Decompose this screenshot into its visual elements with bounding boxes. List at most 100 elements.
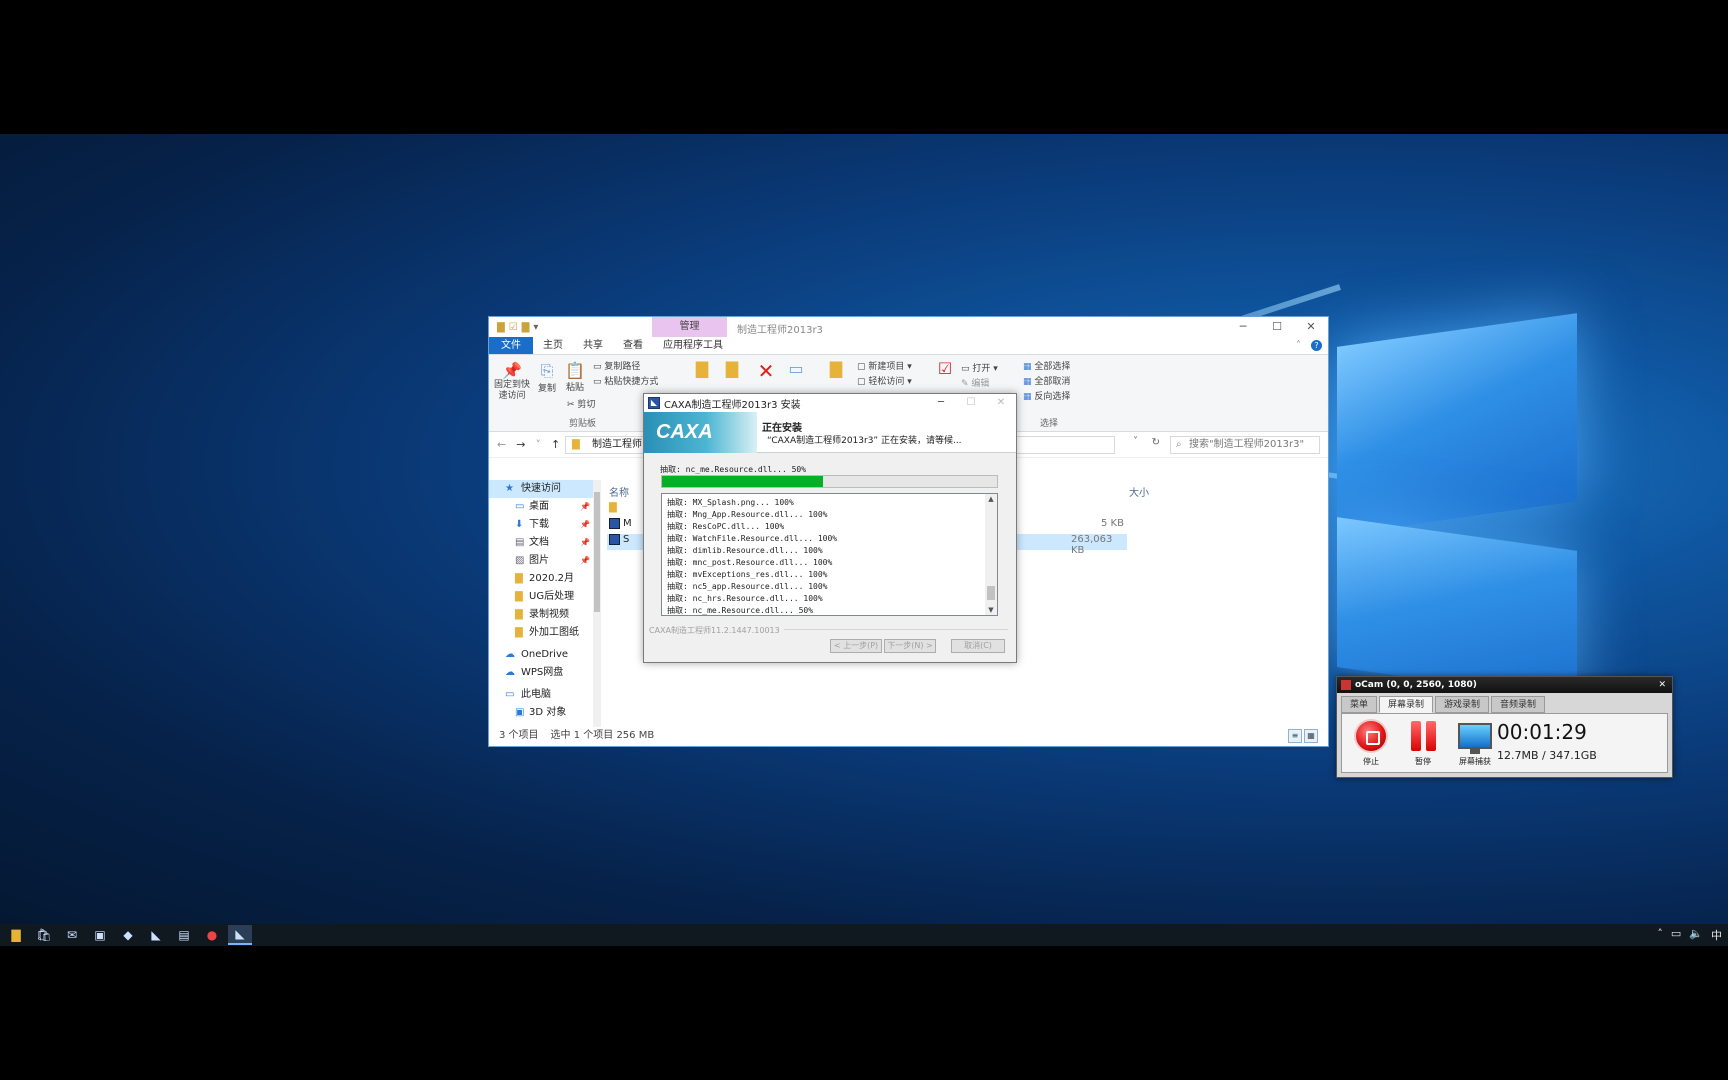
scrollbar-thumb[interactable] [594, 492, 600, 612]
nav-item[interactable]: ▭ 此电脑 [489, 686, 596, 704]
properties-button[interactable]: ☑ [935, 359, 955, 378]
file-explorer-icon[interactable]: ▇ [4, 925, 28, 945]
details-view-icon[interactable]: ≡ [1288, 729, 1302, 743]
nav-item[interactable]: ▤ 文档 📌 [489, 534, 596, 552]
move-to-button[interactable]: ▇ [689, 359, 715, 378]
pin-quick-access-button[interactable]: 📌 固定到快速访问 [493, 361, 531, 402]
back-arrow-icon[interactable]: ← [497, 438, 506, 451]
new-folder-button[interactable]: ▇ [827, 359, 845, 378]
tab-view[interactable]: 查看 [613, 337, 653, 354]
pin-icon[interactable]: 📌 [580, 498, 590, 516]
scroll-down-icon[interactable]: ▼ [985, 606, 997, 614]
store-icon[interactable]: 🛍 [32, 925, 56, 945]
pin-icon[interactable]: 📌 [580, 516, 590, 534]
cut-button[interactable]: ✂ 剪切 [567, 397, 595, 410]
screen-capture-button[interactable]: 屏幕捕获 [1452, 716, 1498, 767]
system-tray: ˄ ▭ 🔈 中 [1657, 927, 1722, 943]
open-icon: ▭ [961, 364, 973, 374]
tab-home[interactable]: 主页 [533, 337, 573, 354]
folder-icon[interactable]: ▇ [497, 322, 505, 333]
nav-item[interactable]: ▇ 外加工图纸 [489, 624, 596, 642]
edit-button[interactable]: ✎ 编辑 [961, 376, 989, 389]
next-button[interactable]: 下一步(N) > [884, 639, 936, 653]
delete-button[interactable]: ✕ [753, 359, 779, 383]
search-input[interactable]: ⌕ 搜索"制造工程师2013r3" [1170, 436, 1320, 454]
pin-icon[interactable]: 📌 [580, 534, 590, 552]
scroll-up-icon[interactable]: ▲ [985, 495, 997, 503]
pin-icon[interactable]: 📌 [580, 552, 590, 570]
cancel-button[interactable]: 取消(C) [951, 639, 1005, 653]
close-button[interactable]: ✕ [1294, 317, 1328, 337]
collapse-ribbon-icon[interactable]: ˄ [1286, 337, 1311, 354]
tab-game-record[interactable]: 游戏录制 [1435, 696, 1490, 713]
tab-file[interactable]: 文件 [489, 337, 533, 354]
large-icons-view-icon[interactable]: ▦ [1304, 729, 1318, 743]
copy-button[interactable]: ⎘ 复制 [535, 361, 559, 394]
copy-path-button[interactable]: ▭ 复制路径 [593, 359, 640, 372]
paste-shortcut-button[interactable]: ▭ 粘贴快捷方式 [593, 374, 658, 387]
tab-app-tools[interactable]: 应用程序工具 [653, 337, 733, 354]
nav-item[interactable]: ☁ WPS网盘 [489, 664, 596, 682]
nav-item[interactable]: ▣ 3D 对象 [489, 704, 596, 722]
minimize-button[interactable]: ─ [926, 394, 956, 412]
properties-icon[interactable]: ☑ [509, 322, 518, 333]
ocam-icon[interactable]: ● [200, 925, 224, 945]
close-icon[interactable]: ✕ [1658, 677, 1666, 693]
easy-access-button[interactable]: ▢ 轻松访问 ▾ [857, 374, 912, 387]
select-none-button[interactable]: ▦ 全部取消 [1023, 374, 1070, 387]
nav-item[interactable]: ▭ 桌面 📌 [489, 498, 596, 516]
new-item-button[interactable]: ▢ 新建项目 ▾ [857, 359, 912, 372]
nav-item[interactable]: ▇ UG后处理 [489, 588, 596, 606]
chevron-down-icon[interactable]: ˅ [1133, 436, 1138, 447]
installer-taskbar-icon[interactable]: ◣ [228, 925, 252, 945]
stop-button[interactable]: 停止 [1348, 716, 1394, 767]
tab-share[interactable]: 共享 [573, 337, 613, 354]
up-arrow-icon[interactable]: ↑ [551, 438, 560, 451]
help-icon[interactable]: ? [1311, 340, 1322, 351]
tab-menu[interactable]: 菜单 [1341, 696, 1378, 713]
nav-item[interactable]: ★ 快速访问 [489, 480, 596, 498]
ime-indicator[interactable]: 中 [1711, 927, 1722, 943]
forward-arrow-icon[interactable]: → [516, 438, 525, 451]
image-viewer-icon[interactable]: ▤ [172, 925, 196, 945]
tab-audio-record[interactable]: 音频录制 [1491, 696, 1546, 713]
nav-item[interactable]: ▇ 2020.2月 [489, 570, 596, 588]
select-group-label: 选择 [1040, 419, 1059, 429]
mail-icon[interactable]: ✉ [60, 925, 84, 945]
network-icon[interactable]: ▭ [1671, 927, 1681, 943]
chevron-down-icon[interactable]: ▾ [533, 322, 538, 333]
nav-item[interactable]: ▇ 录制视频 [489, 606, 596, 624]
nav-scrollbar[interactable] [593, 480, 601, 727]
nav-item[interactable]: ☁ OneDrive [489, 646, 596, 664]
scrollbar-thumb[interactable] [987, 586, 995, 600]
minimize-button[interactable]: ─ [1226, 317, 1260, 337]
app-icon[interactable]: ◆ [116, 925, 140, 945]
nav-item[interactable]: ⬇ 下载 📌 [489, 516, 596, 534]
log-scrollbar[interactable]: ▲ ▼ [985, 494, 997, 615]
volume-icon[interactable]: 🔈 [1689, 927, 1703, 943]
select-all-icon: ▦ [1023, 362, 1035, 372]
install-progress-bar [661, 475, 998, 488]
open-button[interactable]: ▭ 打开 ▾ [961, 361, 998, 374]
column-header-name[interactable]: 名称 [609, 484, 629, 499]
column-header-size[interactable]: 大小 [1129, 484, 1149, 499]
tab-screen-record[interactable]: 屏幕录制 [1379, 696, 1434, 713]
copy-to-button[interactable]: ▇ [719, 359, 745, 378]
caxa-icon[interactable]: ◣ [144, 925, 168, 945]
invert-selection-button[interactable]: ▦ 反向选择 [1023, 389, 1070, 402]
select-all-button[interactable]: ▦ 全部选择 [1023, 359, 1070, 372]
folder-icon: ▇ [515, 627, 523, 638]
rename-button[interactable]: ▭ [783, 359, 809, 378]
pause-button[interactable]: 暂停 [1400, 716, 1446, 767]
manage-context-tab[interactable]: 管理 [652, 317, 727, 337]
install-log[interactable]: 抽取: MX_Splash.png... 100% 抽取: Mng_App.Res… [661, 493, 998, 616]
chevron-up-icon[interactable]: ˄ [1657, 927, 1663, 943]
recent-chevron-icon[interactable]: ˅ [535, 438, 541, 451]
app-icon[interactable]: ▣ [88, 925, 112, 945]
refresh-icon[interactable]: ↻ [1152, 437, 1160, 448]
new-folder-icon[interactable]: ▇ [522, 322, 530, 333]
nav-item[interactable]: ▨ 图片 📌 [489, 552, 596, 570]
paste-button[interactable]: 📋 粘贴 [563, 361, 587, 393]
back-button[interactable]: < 上一步(P) [830, 639, 882, 653]
maximize-button[interactable]: ☐ [1260, 317, 1294, 337]
